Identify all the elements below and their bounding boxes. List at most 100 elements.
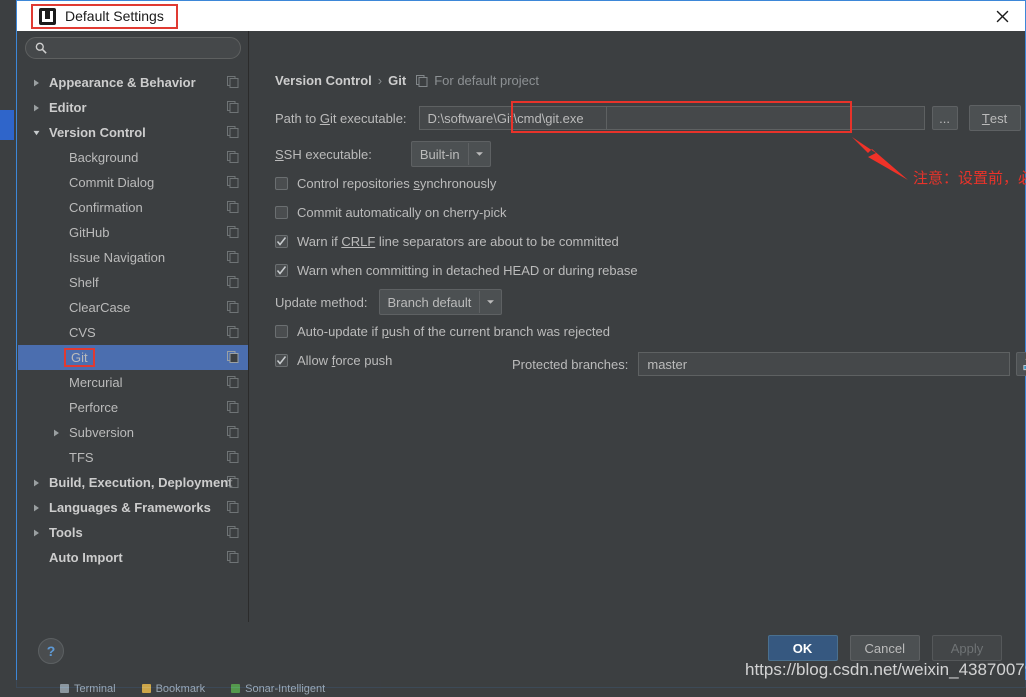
- sidebar-item-label: Issue Navigation: [69, 250, 166, 265]
- sidebar-item-subversion[interactable]: Subversion: [18, 420, 248, 445]
- checkbox-box[interactable]: [275, 354, 288, 367]
- sidebar-item-tools[interactable]: Tools: [18, 520, 248, 545]
- sidebar-item-commit-dialog[interactable]: Commit Dialog: [18, 170, 248, 195]
- checkbox-box[interactable]: [275, 177, 288, 190]
- chevron-down-icon: [467, 143, 490, 165]
- breadcrumb-scope-text: For default project: [434, 73, 539, 88]
- git-path-label: Path to Git executable:: [275, 110, 407, 126]
- copy-settings-icon[interactable]: [227, 426, 239, 438]
- chevron-right-icon[interactable]: [31, 102, 42, 113]
- dialog-title: Default Settings: [65, 8, 164, 24]
- copy-settings-icon[interactable]: [227, 301, 239, 313]
- copy-settings-icon[interactable]: [227, 476, 239, 488]
- copy-settings-icon[interactable]: [227, 126, 239, 138]
- copy-settings-icon[interactable]: [227, 151, 239, 163]
- sidebar-item-shelf[interactable]: Shelf: [18, 270, 248, 295]
- sidebar-item-cvs[interactable]: CVS: [18, 320, 248, 345]
- chevron-right-icon[interactable]: [51, 427, 62, 438]
- copy-settings-icon[interactable]: [227, 276, 239, 288]
- copy-settings-icon[interactable]: [227, 251, 239, 263]
- sidebar-item-auto-import[interactable]: Auto Import: [18, 545, 248, 570]
- copy-settings-icon[interactable]: [227, 451, 239, 463]
- checkbox-row-3[interactable]: Warn when committing in detached HEAD or…: [275, 263, 638, 278]
- git-path-input-extension[interactable]: [606, 106, 925, 130]
- checkbox-box[interactable]: [275, 325, 288, 338]
- annotation-note-text: 注意：设置前，必须先在本地环境安装好Git程序。: [913, 169, 1026, 187]
- checkbox-label: Warn if CRLF line separators are about t…: [297, 234, 619, 249]
- chevron-down-icon[interactable]: [31, 127, 42, 138]
- protected-branches-input[interactable]: [638, 352, 1011, 376]
- search-icon: [35, 42, 47, 54]
- git-path-input[interactable]: [418, 106, 607, 130]
- checkbox-row-1[interactable]: Commit automatically on cherry-pick: [275, 205, 507, 220]
- ide-toolwindow-button[interactable]: Sonar-Intelligent: [231, 683, 325, 695]
- ide-toolwindow-button[interactable]: Bookmark: [141, 682, 206, 695]
- copy-settings-icon[interactable]: [227, 101, 239, 113]
- sidebar-item-perforce[interactable]: Perforce: [18, 395, 248, 420]
- expand-field-icon[interactable]: [1016, 352, 1026, 376]
- default-settings-dialog: Default Settings Appearance & Behavior Ed…: [16, 0, 1026, 688]
- sidebar-item-mercurial[interactable]: Mercurial: [18, 370, 248, 395]
- sidebar-item-github[interactable]: GitHub: [18, 220, 248, 245]
- copy-settings-icon[interactable]: [227, 176, 239, 188]
- checkbox-label: Commit automatically on cherry-pick: [297, 205, 507, 220]
- toolwindow-label: Bookmark: [155, 682, 206, 695]
- chevron-right-icon[interactable]: [31, 477, 42, 488]
- copy-settings-icon[interactable]: [227, 201, 239, 213]
- breadcrumb-parent[interactable]: Version Control: [275, 73, 372, 88]
- apply-button[interactable]: Apply: [932, 635, 1002, 661]
- sidebar-item-issue-navigation[interactable]: Issue Navigation: [18, 245, 248, 270]
- sidebar-item-label: Editor: [49, 100, 87, 115]
- chevron-right-icon[interactable]: [31, 502, 42, 513]
- copy-settings-icon[interactable]: [227, 76, 239, 88]
- checkbox-box[interactable]: [275, 206, 288, 219]
- sidebar-item-label: Tools: [49, 525, 83, 540]
- sidebar-item-label: Confirmation: [69, 200, 143, 215]
- copy-settings-icon[interactable]: [227, 376, 239, 388]
- sidebar-item-version-control[interactable]: Version Control: [18, 120, 248, 145]
- copy-settings-icon[interactable]: [227, 226, 239, 238]
- chevron-right-icon[interactable]: [31, 77, 42, 88]
- toolwindow-icon: [60, 684, 69, 693]
- copy-settings-icon[interactable]: [227, 526, 239, 538]
- sidebar-item-git[interactable]: Git: [18, 345, 248, 370]
- ide-toolwindow-button[interactable]: Terminal: [60, 683, 116, 695]
- help-button[interactable]: ?: [38, 638, 64, 664]
- sidebar-item-background[interactable]: Background: [18, 145, 248, 170]
- checkbox-allow-force-push[interactable]: Allow force push: [275, 353, 392, 368]
- close-icon[interactable]: [979, 1, 1025, 31]
- sidebar-item-label: Git: [64, 348, 95, 367]
- sidebar-item-clearcase[interactable]: ClearCase: [18, 295, 248, 320]
- copy-settings-icon[interactable]: [227, 401, 239, 413]
- sidebar-item-editor[interactable]: Editor: [18, 95, 248, 120]
- chevron-right-icon[interactable]: [31, 527, 42, 538]
- sidebar-item-confirmation[interactable]: Confirmation: [18, 195, 248, 220]
- update-method-dropdown[interactable]: Branch default: [378, 289, 503, 315]
- cancel-button[interactable]: Cancel: [849, 635, 920, 661]
- copy-settings-icon[interactable]: [227, 351, 239, 363]
- copy-settings-icon[interactable]: [416, 74, 428, 87]
- search-box[interactable]: [25, 37, 241, 59]
- ssh-executable-dropdown[interactable]: Built-in: [410, 141, 491, 167]
- search-input[interactable]: [53, 40, 231, 56]
- copy-settings-icon[interactable]: [227, 551, 239, 563]
- sidebar-item-languages-frameworks[interactable]: Languages & Frameworks: [18, 495, 248, 520]
- ok-button[interactable]: OK: [767, 635, 838, 661]
- sidebar-item-tfs[interactable]: TFS: [18, 445, 248, 470]
- test-button[interactable]: Test: [968, 105, 1021, 131]
- sidebar-item-appearance-behavior[interactable]: Appearance & Behavior: [18, 70, 248, 95]
- copy-settings-icon[interactable]: [227, 501, 239, 513]
- git-settings-panel: Version Control › Git For default projec…: [250, 31, 1026, 653]
- checkbox-box[interactable]: [275, 264, 288, 277]
- checkbox-row-2[interactable]: Warn if CRLF line separators are about t…: [275, 234, 619, 249]
- sidebar-item-build-execution-deployment[interactable]: Build, Execution, Deployment: [18, 470, 248, 495]
- checkbox-row-0[interactable]: Control repositories synchronously: [275, 176, 496, 191]
- browse-button[interactable]: ...: [931, 106, 958, 130]
- checkbox-auto-update[interactable]: Auto-update if push of the current branc…: [275, 324, 610, 339]
- copy-settings-icon[interactable]: [227, 326, 239, 338]
- checkbox-box[interactable]: [275, 235, 288, 248]
